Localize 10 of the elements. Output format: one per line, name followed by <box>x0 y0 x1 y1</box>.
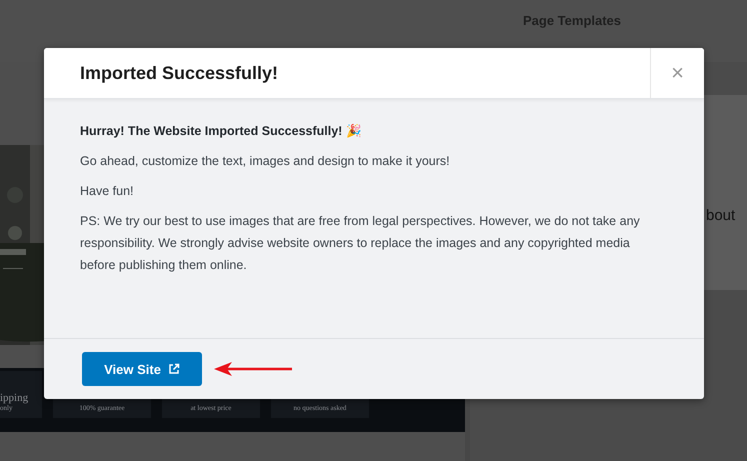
view-site-button[interactable]: View Site <box>82 352 202 386</box>
dialog-text: Hurray! The Website Imported Successfully! 🎉 <box>80 123 363 140</box>
dialog-title: Imported Successfully! <box>79 62 280 84</box>
feature-title: ipping <box>0 392 28 404</box>
external-link-icon <box>168 363 180 375</box>
close-button[interactable]: × <box>650 48 704 98</box>
dialog-text: PS: We try our best to use images that are free from legal perspectives. However, we do not take any responsibility. We strongly advise website owners to replace the images and any copyrighted media before publishing them online. <box>80 213 641 274</box>
dialog-text: Go ahead, customize the text, images and design to make it yours! <box>80 153 451 170</box>
card-heading: bout <box>706 207 736 225</box>
dialog-text: Have fun! <box>80 183 135 200</box>
